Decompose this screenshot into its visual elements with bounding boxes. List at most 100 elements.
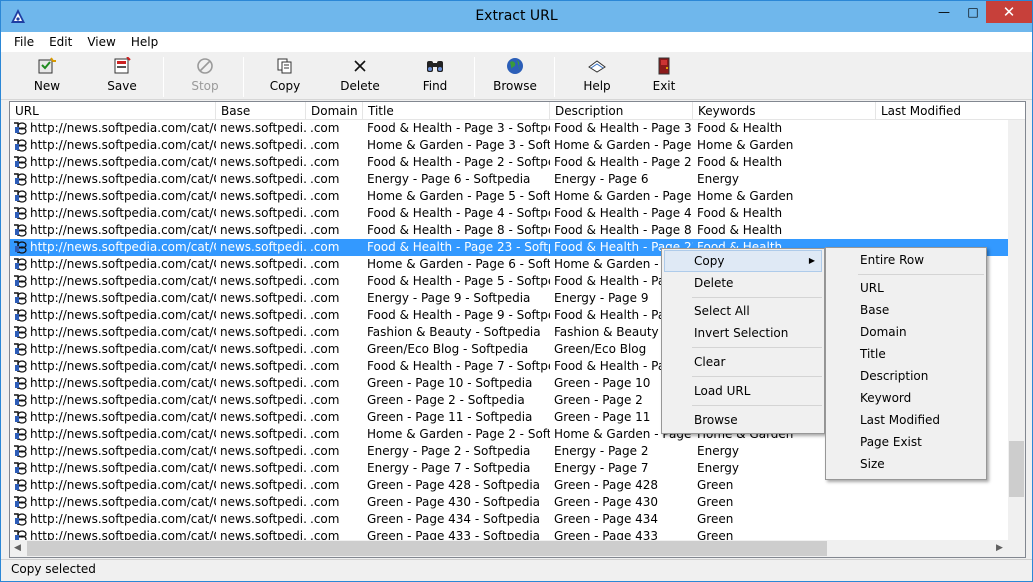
cell-description: Food & Health - Page 3 [554,121,692,135]
url-row-icon [14,462,27,475]
context-item-load-url[interactable]: Load URL [664,380,822,402]
globe-icon [505,56,525,76]
cell-url: http://news.softpedia.com/cat/Gree... [10,477,216,494]
cell-base: news.softpedi... [220,274,306,288]
cell-description: Food & Health - Page 4 [554,206,692,220]
column-header-domain[interactable]: Domain [306,102,363,120]
cell-domain: .com [310,427,340,441]
submenu-item-domain[interactable]: Domain [828,321,986,343]
app-window: Extract URL — □ ✕ File Edit View Help Ne… [0,0,1033,582]
cell-title: Green - Page 10 - Softpedia [367,376,533,390]
column-header-description[interactable]: Description [550,102,693,120]
cell-domain: .com [310,172,340,186]
table-row[interactable]: http://news.softpedia.com/cat/Gree... new… [10,154,1010,171]
cell-url-text: http://news.softpedia.com/cat/Gree... [30,121,216,135]
cell-keywords: Home & Garden [697,189,794,203]
table-row[interactable]: http://news.softpedia.com/cat/Gree... new… [10,137,1010,154]
cell-base: news.softpedi... [220,121,306,135]
cell-keywords: Energy [697,172,740,186]
cell-url-text: http://news.softpedia.com/cat/Gree... [30,308,216,322]
cell-domain: .com [310,325,340,339]
cell-url-text: http://news.softpedia.com/cat/Gree... [30,189,216,203]
submenu-item-url[interactable]: URL [828,277,986,299]
context-item-clear[interactable]: Clear [664,351,822,373]
cell-base: news.softpedi... [220,172,306,186]
menu-edit[interactable]: Edit [42,35,80,49]
cell-url-text: http://news.softpedia.com/cat/Gree... [30,461,216,475]
cell-url: http://news.softpedia.com/cat/Gree... [10,358,216,375]
copy-button[interactable]: Copy [249,56,321,96]
table-row[interactable]: http://news.softpedia.com/cat/Gree... new… [10,171,1010,188]
close-button[interactable]: ✕ [986,1,1032,23]
context-item-copy[interactable]: Copy ▶ [664,250,822,272]
browse-button[interactable]: Browse [479,56,551,96]
horizontal-scroll-thumb[interactable] [27,541,827,556]
submenu-item-entire-row[interactable]: Entire Row [828,249,986,271]
submenu-item-last-modified[interactable]: Last Modified [828,409,986,431]
submenu-item-description[interactable]: Description [828,365,986,387]
cell-url: http://news.softpedia.com/cat/Gree... [10,154,216,171]
column-header-title[interactable]: Title [363,102,550,120]
cell-title: Energy - Page 2 - Softpedia [367,444,531,458]
url-row-icon [14,479,27,492]
table-row[interactable]: http://news.softpedia.com/cat/Gree... new… [10,511,1010,528]
table-row[interactable]: http://news.softpedia.com/cat/Gree... new… [10,120,1010,137]
menu-bar: File Edit View Help [1,32,1032,52]
cell-domain: .com [310,359,340,373]
maximize-button[interactable]: □ [958,1,988,23]
help-button[interactable]: Help [561,56,633,96]
context-item-delete[interactable]: Delete [664,272,822,294]
column-header-keywords[interactable]: Keywords [693,102,876,120]
cell-url-text: http://news.softpedia.com/cat/Gree... [30,427,216,441]
delete-button[interactable]: Delete [324,56,396,96]
cell-title: Food & Health - Page 3 - Softpedia [367,121,550,135]
minimize-button[interactable]: — [929,1,959,23]
cell-url-text: http://news.softpedia.com/cat/Gree... [30,240,216,254]
save-label: Save [107,79,137,93]
menu-help[interactable]: Help [124,35,166,49]
menu-view[interactable]: View [80,35,123,49]
toolbar: New Save Stop Copy Delete Find Browse He… [1,52,1032,100]
scroll-right-icon[interactable]: ▶ [996,543,1003,553]
find-button[interactable]: Find [399,56,471,96]
context-item-select-all[interactable]: Select All [664,300,822,322]
scroll-left-icon[interactable]: ◀ [14,543,21,553]
url-row-icon [14,326,27,339]
menu-file[interactable]: File [7,35,42,49]
cell-url: http://news.softpedia.com/cat/Gree... [10,273,216,290]
maximize-icon: □ [967,5,979,19]
submenu-item-base[interactable]: Base [828,299,986,321]
stop-button[interactable]: Stop [169,56,241,96]
new-button[interactable]: New [11,56,83,96]
cell-title: Food & Health - Page 5 - Softpedia [367,274,550,288]
context-item-browse[interactable]: Browse [664,409,822,431]
submenu-item-page-exist[interactable]: Page Exist [828,431,986,453]
save-button[interactable]: Save [86,56,158,96]
cell-title: Green - Page 2 - Softpedia [367,393,525,407]
cell-title: Green/Eco Blog - Softpedia [367,342,529,356]
column-header-last-modified[interactable]: Last Modified [876,102,1025,120]
column-header-url[interactable]: URL [10,102,216,120]
submenu-item-keyword[interactable]: Keyword [828,387,986,409]
table-row[interactable]: http://news.softpedia.com/cat/Gree... new… [10,494,1010,511]
cell-url: http://news.softpedia.com/cat/Gree... [10,256,216,273]
table-row[interactable]: http://news.softpedia.com/cat/Gree... new… [10,188,1010,205]
column-header-base[interactable]: Base [216,102,306,120]
horizontal-scrollbar[interactable]: ◀ ▶ [10,540,1025,557]
context-item-invert-selection[interactable]: Invert Selection [664,322,822,344]
submenu-item-title[interactable]: Title [828,343,986,365]
vertical-scroll-thumb[interactable] [1009,441,1024,497]
exit-button[interactable]: Exit [628,56,700,96]
url-row-icon [14,394,27,407]
vertical-scrollbar[interactable] [1008,120,1025,540]
table-row[interactable]: http://news.softpedia.com/cat/Gree... new… [10,222,1010,239]
cell-domain: .com [310,155,340,169]
cell-description: Food & Health - Page 2 [554,155,692,169]
exit-label: Exit [652,79,676,93]
table-row[interactable]: http://news.softpedia.com/cat/Gree... new… [10,205,1010,222]
cell-domain: .com [310,512,340,526]
cell-url-text: http://news.softpedia.com/cat/Gree... [30,393,216,407]
submenu-item-size[interactable]: Size [828,453,986,475]
cell-url-text: http://news.softpedia.com/cat/Gree... [30,342,216,356]
find-label: Find [422,79,448,93]
